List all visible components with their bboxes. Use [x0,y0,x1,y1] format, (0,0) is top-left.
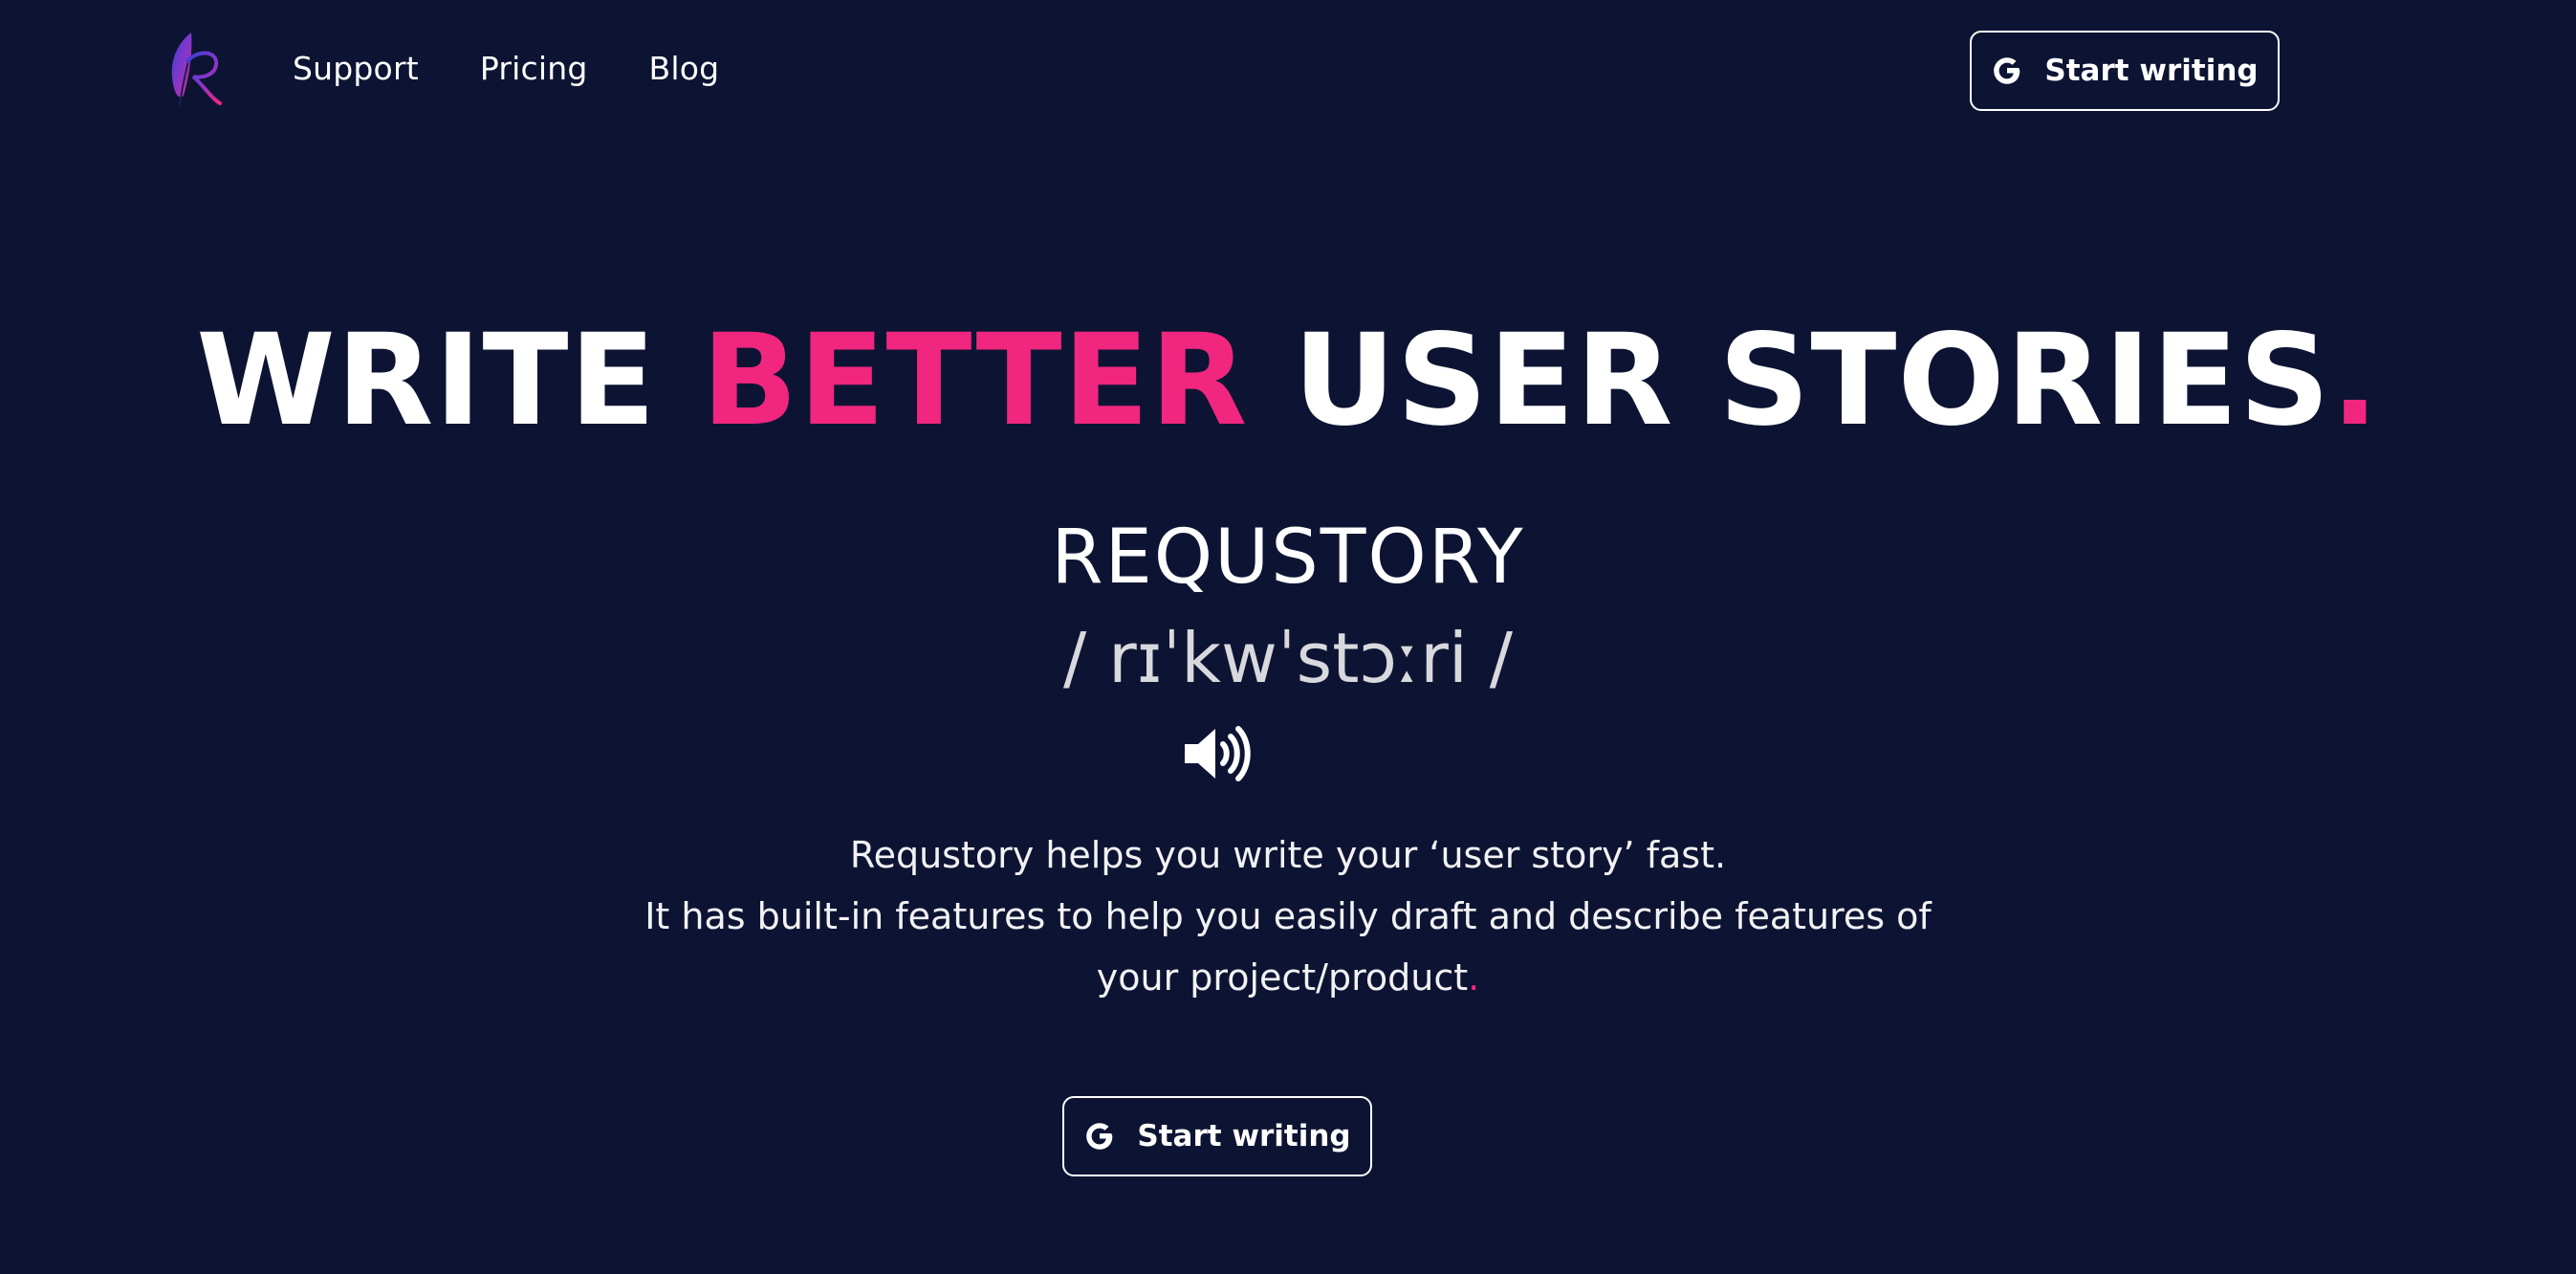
header-start-writing-button[interactable]: Start writing [1970,31,2280,111]
description-line2: It has built-in features to help you eas… [644,895,1932,937]
hero-start-writing-label: Start writing [1137,1119,1351,1153]
speaker-volume-icon[interactable] [1179,723,1254,784]
landing-page: Support Pricing Blog Start writing WRITE… [0,0,2576,1274]
phonetic-transcription: / rɪˈkwˈstɔːri / [1063,618,1513,698]
google-icon [1086,1123,1113,1150]
description-dot: . [1468,956,1480,999]
description-line1: Requstory helps you write your ‘user sto… [849,834,1727,876]
description-line3-wrap: your project/product. [0,947,2576,1008]
brand-word: REQUSTORY [1051,515,1525,601]
nav-link-support[interactable]: Support [293,44,419,94]
hero-start-writing-button[interactable]: Start writing [1062,1096,1372,1176]
header-start-writing-label: Start writing [2044,54,2259,88]
headline-part2: USER STORIES [1248,307,2331,454]
logo-icon[interactable] [161,29,224,111]
main-nav: Support Pricing Blog [293,44,719,94]
nav-link-blog[interactable]: Blog [649,44,720,94]
hero-description: Requstory helps you write your ‘user sto… [0,824,2576,1008]
headline-dot: . [2330,307,2380,454]
headline-accent: BETTER [701,307,1249,454]
hero-headline: WRITE BETTER USER STORIES. [0,304,2576,457]
google-icon [1994,57,2020,84]
headline-part1: WRITE [196,307,702,454]
description-line3: your project/product [1096,956,1469,999]
nav-link-pricing[interactable]: Pricing [480,44,588,94]
